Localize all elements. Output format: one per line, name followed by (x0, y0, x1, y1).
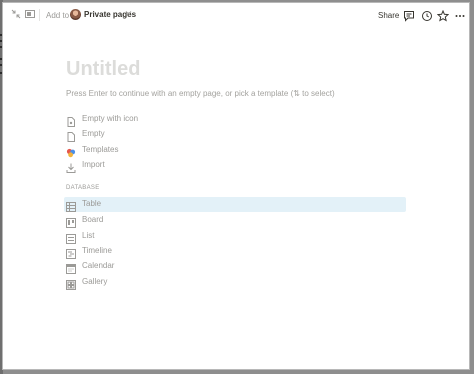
history-clock-icon[interactable] (421, 9, 433, 21)
option-empty[interactable]: Empty (66, 127, 406, 142)
option-import[interactable]: Import (66, 158, 406, 173)
chevron-down-icon[interactable] (125, 9, 132, 18)
option-label: Empty with icon (82, 114, 139, 123)
database-option-table[interactable]: Table (64, 197, 406, 212)
database-option-label: Board (82, 215, 104, 224)
add-to-label: Add to (46, 11, 70, 20)
new-page-window: Add to Private pages Share Untitled Pres… (2, 2, 470, 370)
database-section-label: DATABASE (66, 185, 100, 191)
board-icon (66, 215, 76, 228)
database-option-calendar[interactable]: Calendar (66, 259, 406, 274)
import-icon (66, 160, 76, 173)
collapse-arrows-icon[interactable] (11, 9, 21, 23)
database-option-label: Gallery (82, 277, 108, 286)
page-icon (66, 129, 76, 142)
database-option-label: Table (82, 199, 102, 208)
templates-icon (66, 145, 76, 158)
option-label: Import (82, 160, 105, 169)
database-option-timeline[interactable]: Timeline (66, 244, 406, 259)
template-hint: Press Enter to continue with an empty pa… (66, 89, 335, 98)
table-icon (66, 199, 76, 212)
option-label: Empty (82, 129, 105, 138)
timeline-icon (66, 246, 76, 259)
gallery-icon (66, 277, 76, 290)
database-option-label: Timeline (82, 246, 112, 255)
comment-icon[interactable] (403, 9, 415, 22)
list-icon (66, 231, 76, 244)
database-option-label: Calendar (82, 261, 115, 270)
calendar-icon (66, 261, 76, 274)
open-page-icon[interactable] (25, 10, 35, 22)
divider (39, 9, 40, 21)
avatar (70, 9, 81, 20)
share-button[interactable]: Share (378, 11, 399, 20)
star-favorite-icon[interactable] (436, 9, 450, 22)
option-templates[interactable]: Templates (66, 143, 406, 158)
database-option-label: List (82, 231, 95, 240)
option-label: Templates (82, 145, 119, 154)
page-title-placeholder[interactable]: Untitled (66, 58, 140, 81)
database-option-gallery[interactable]: Gallery (66, 275, 406, 290)
database-option-board[interactable]: Board (66, 213, 406, 228)
more-options-icon[interactable] (454, 9, 466, 21)
topbar: Add to Private pages Share (3, 3, 469, 27)
database-option-list[interactable]: List (66, 229, 406, 244)
page-with-icon-icon (66, 114, 76, 127)
option-empty-with-icon[interactable]: Empty with icon (66, 112, 406, 127)
